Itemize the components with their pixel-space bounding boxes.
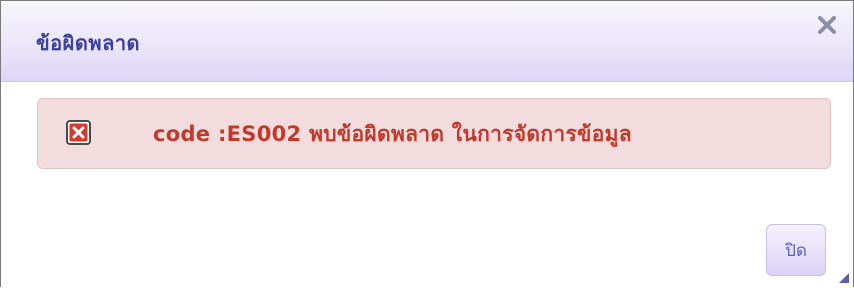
dialog-title: ข้อผิดพลาด	[36, 31, 141, 55]
error-message: code :ES002 พบข้อผิดพลาด ในการจัดการข้อม…	[153, 122, 632, 146]
error-x-icon	[66, 120, 91, 145]
error-dialog: ข้อผิดพลาด code :ES002 พบข้อผิดพลาด ในกา…	[0, 0, 854, 287]
error-alert: code :ES002 พบข้อผิดพลาด ในการจัดการข้อม…	[37, 98, 831, 169]
resize-grip-icon[interactable]	[839, 273, 849, 283]
close-icon[interactable]	[817, 15, 837, 35]
dialog-titlebar[interactable]: ข้อผิดพลาด	[1, 1, 853, 82]
close-button[interactable]: ปิด	[766, 224, 826, 276]
